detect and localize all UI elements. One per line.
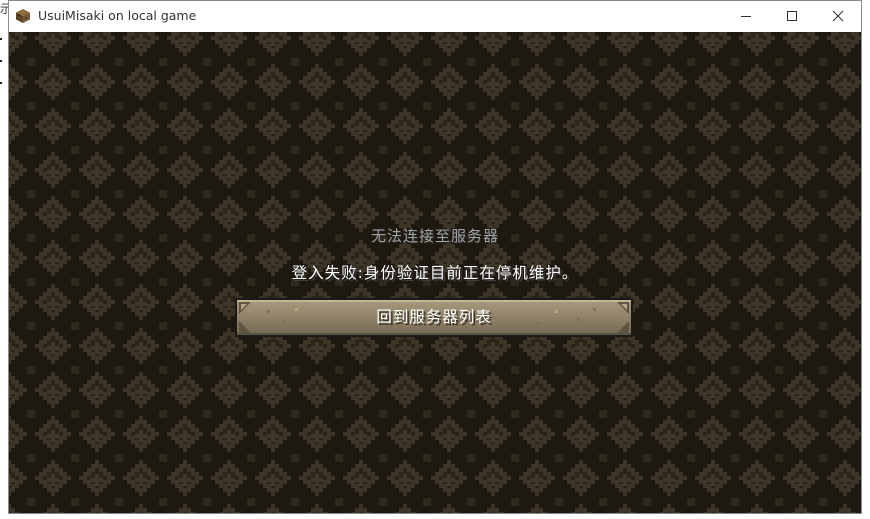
back-button-label: 回到服务器列表 — [376, 308, 492, 326]
disconnect-message: 登入失败:身份验证目前正在停机维护。 — [291, 264, 579, 282]
desktop-dot — [0, 82, 2, 84]
window-title: UsuiMisaki on local game — [38, 8, 197, 23]
window-titlebar[interactable]: UsuiMisaki on local game — [9, 1, 861, 32]
desktop-edge-text: 示 — [0, 2, 8, 16]
maximize-icon — [787, 11, 797, 21]
maximize-button[interactable] — [769, 1, 815, 31]
disconnect-title: 无法连接至服务器 — [370, 227, 499, 245]
minimize-icon — [741, 16, 751, 17]
game-window: UsuiMisaki on local game 无法连接至服务器 登入失败:身… — [8, 0, 862, 514]
minimize-button[interactable] — [723, 1, 769, 31]
close-button[interactable] — [815, 1, 861, 31]
desktop-dot — [0, 38, 2, 40]
close-icon — [832, 10, 844, 22]
desktop-background-strip: 示 — [0, 0, 8, 519]
game-viewport[interactable]: 无法连接至服务器 登入失败:身份验证目前正在停机维护。 回到服务器列表 — [9, 32, 861, 513]
desktop-dot — [0, 60, 2, 62]
back-to-server-list-button[interactable]: 回到服务器列表 — [235, 298, 633, 337]
minecraft-grass-block-icon — [16, 9, 30, 23]
